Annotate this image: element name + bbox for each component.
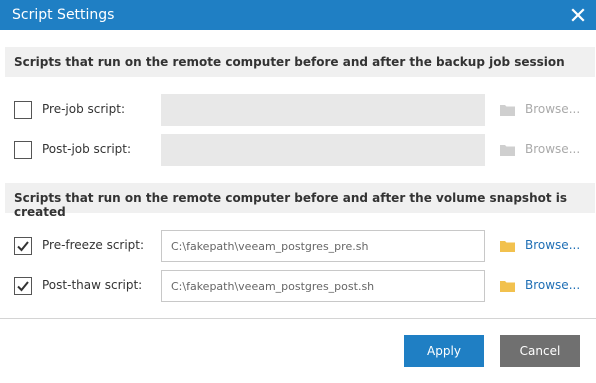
- post-job-browse-button[interactable]: Browse...: [525, 142, 580, 156]
- post-thaw-checkbox[interactable]: [14, 277, 32, 295]
- title-bar: Script Settings: [0, 0, 596, 30]
- pre-job-checkbox[interactable]: [14, 101, 32, 119]
- pre-job-label: Pre-job script:: [42, 102, 125, 116]
- folder-icon: [500, 105, 515, 116]
- dialog-title: Script Settings: [12, 7, 115, 23]
- pre-freeze-checkbox[interactable]: [14, 237, 32, 255]
- pre-freeze-path-field[interactable]: C:\fakepath\veeam_postgres_pre.sh: [161, 230, 485, 262]
- check-icon: [17, 241, 29, 252]
- section-header-label: Scripts that run on the remote computer …: [14, 55, 565, 69]
- folder-icon: [500, 145, 515, 156]
- pre-freeze-browse-button[interactable]: Browse...: [525, 238, 580, 252]
- close-icon[interactable]: [568, 5, 588, 25]
- pre-job-browse-button[interactable]: Browse...: [525, 102, 580, 116]
- folder-icon: [500, 241, 515, 252]
- check-icon: [17, 281, 29, 292]
- post-job-checkbox[interactable]: [14, 141, 32, 159]
- section-header-snapshot-scripts: Scripts that run on the remote computer …: [5, 183, 595, 219]
- pre-job-row: Pre-job script: Browse...: [0, 94, 596, 126]
- post-thaw-row: Post-thaw script: C:\fakepath\veeam_post…: [0, 270, 596, 302]
- folder-icon: [500, 281, 515, 292]
- pre-freeze-label: Pre-freeze script:: [42, 238, 145, 252]
- post-job-path-field[interactable]: [161, 134, 485, 166]
- cancel-button[interactable]: Cancel: [500, 335, 580, 367]
- post-thaw-label: Post-thaw script:: [42, 278, 143, 292]
- post-thaw-browse-button[interactable]: Browse...: [525, 278, 580, 292]
- pre-job-path-field[interactable]: [161, 94, 485, 126]
- post-job-label: Post-job script:: [42, 142, 132, 156]
- post-thaw-path-field[interactable]: C:\fakepath\veeam_postgres_post.sh: [161, 270, 485, 302]
- section-header-label: Scripts that run on the remote computer …: [14, 191, 568, 219]
- post-job-row: Post-job script: Browse...: [0, 134, 596, 166]
- apply-button[interactable]: Apply: [404, 335, 484, 367]
- section-header-job-scripts: Scripts that run on the remote computer …: [5, 47, 595, 77]
- footer-divider: [0, 318, 596, 319]
- pre-freeze-row: Pre-freeze script: C:\fakepath\veeam_pos…: [0, 230, 596, 262]
